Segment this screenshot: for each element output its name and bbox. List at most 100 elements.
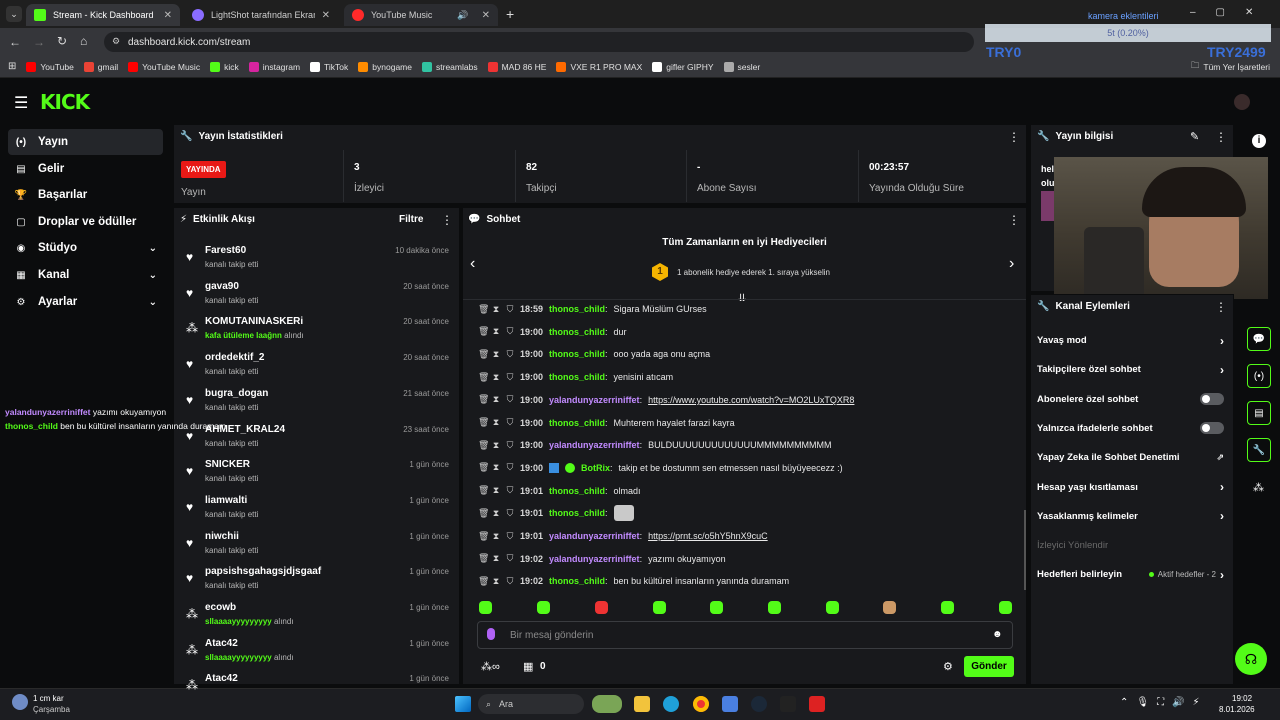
timeout-icon[interactable]: ⧗ bbox=[492, 485, 500, 496]
chat-message[interactable]: 🗑 ⧗ ⛉ 19:01 yalandunyazerriniffet: https://pr… bbox=[478, 527, 1023, 545]
ban-icon[interactable]: ⛉ bbox=[506, 576, 514, 587]
chat-message[interactable]: 🗑 ⧗ ⛉ 19:00 thonos_child: yenisini atıcam bbox=[478, 368, 1023, 386]
microphone-icon[interactable] bbox=[487, 628, 495, 640]
start-button[interactable] bbox=[455, 696, 471, 712]
activity-item[interactable]: ♥ bugra_dogan kanalı takip etti 21 saat önc… bbox=[180, 385, 455, 421]
user-avatar[interactable] bbox=[1234, 94, 1250, 110]
bookmark-item[interactable]: gifler GIPHY bbox=[652, 61, 714, 72]
chat-message[interactable]: 🗑 ⧗ ⛉ 19:00 thonos_child: Muhterem hayalet fa… bbox=[478, 414, 1023, 432]
delete-message-icon[interactable]: 🗑 bbox=[478, 531, 489, 542]
bookmark-item[interactable]: YouTube Music bbox=[128, 61, 200, 72]
taskbar-weather-widget[interactable] bbox=[592, 695, 622, 713]
delete-message-icon[interactable]: 🗑 bbox=[478, 508, 489, 519]
timeout-icon[interactable]: ⧗ bbox=[492, 349, 500, 360]
timeout-icon[interactable]: ⧗ bbox=[492, 372, 500, 383]
activity-item[interactable]: ⁂ ecowb sllaaaayyyyyyyyy alındı 1 gün önce bbox=[180, 599, 455, 635]
kick-logo[interactable]: KICK bbox=[40, 90, 90, 114]
channel-action-item[interactable]: Abonelere özel sohbet bbox=[1031, 385, 1230, 414]
timeout-icon[interactable]: ⧗ bbox=[492, 462, 500, 473]
timeout-icon[interactable]: ⧗ bbox=[492, 304, 500, 315]
ban-icon[interactable]: ⛉ bbox=[506, 417, 514, 428]
timeout-icon[interactable]: ⧗ bbox=[492, 576, 500, 587]
bookmark-item[interactable]: gmail bbox=[83, 61, 118, 72]
reload-icon[interactable]: ↻ bbox=[57, 34, 67, 48]
timeout-icon[interactable]: ⧗ bbox=[492, 417, 500, 428]
rail-layout-button[interactable]: ▤ bbox=[1247, 401, 1271, 425]
delete-message-icon[interactable]: 🗑 bbox=[478, 304, 489, 315]
gifters-next-icon[interactable]: › bbox=[1009, 255, 1014, 273]
bookmark-item[interactable]: MAD 86 HE bbox=[487, 61, 546, 72]
ban-icon[interactable]: ⛉ bbox=[506, 304, 514, 315]
audio-playing-icon[interactable]: 🔊 bbox=[457, 10, 468, 21]
message-username[interactable]: yalandunyazerriniffet bbox=[549, 395, 640, 405]
delete-message-icon[interactable]: 🗑 bbox=[478, 372, 489, 383]
file-explorer-icon[interactable] bbox=[634, 696, 650, 712]
taskbar-search[interactable]: ⌕ Ara bbox=[478, 694, 584, 714]
sidebar-item-1[interactable]: ▤ Gelir bbox=[8, 156, 163, 182]
activity-item[interactable]: ♥ ordedektif_2 kanalı takip etti 20 saat ön… bbox=[180, 349, 455, 385]
store-icon[interactable]: ▦ bbox=[523, 660, 533, 673]
close-tab-icon[interactable]: ✕ bbox=[322, 10, 330, 21]
channel-action-item[interactable]: Yalnızca ifadelerle sohbet bbox=[1031, 414, 1230, 443]
ban-icon[interactable]: ⛉ bbox=[506, 553, 514, 564]
ban-icon[interactable]: ⛉ bbox=[506, 485, 514, 496]
tab-youtube-music[interactable]: YouTube Music 🔊 ✕ bbox=[344, 4, 498, 26]
epic-games-icon[interactable] bbox=[780, 696, 796, 712]
emote-icon[interactable] bbox=[999, 601, 1012, 614]
chat-settings-icon[interactable]: ⚙ bbox=[943, 660, 953, 673]
message-username[interactable]: thonos_child bbox=[549, 304, 605, 314]
emote-icon[interactable] bbox=[595, 601, 608, 614]
timeout-icon[interactable]: ⧗ bbox=[492, 394, 500, 405]
activity-item[interactable]: ♥ SNICKER kanalı takip etti 1 gün önce bbox=[180, 456, 455, 492]
bookmark-item[interactable]: streamlabs bbox=[422, 61, 478, 72]
chat-scrollbar[interactable] bbox=[1024, 510, 1026, 590]
activity-item[interactable]: ♥ liamwalti kanalı takip etti 1 gün önce bbox=[180, 492, 455, 528]
edit-pencil-icon[interactable]: ✎ bbox=[1190, 130, 1199, 143]
bookmark-item[interactable]: sesler bbox=[723, 61, 760, 72]
activity-item[interactable]: ♥ papsishsgahagsjdjsgaaf kanalı takip etti… bbox=[180, 563, 455, 599]
filter-button[interactable]: Filtre bbox=[399, 214, 423, 225]
activity-item[interactable]: ⁂ KOMUTANINASKERi kafa ütüleme laağnn alın… bbox=[180, 313, 455, 349]
delete-message-icon[interactable]: 🗑 bbox=[478, 417, 489, 428]
emote-icon[interactable] bbox=[883, 601, 896, 614]
bookmark-item[interactable]: bynogame bbox=[358, 61, 412, 72]
camera-app-icon[interactable] bbox=[809, 696, 825, 712]
chat-message[interactable]: 🗑 ⧗ ⛉ 19:01 thonos_child: olmadı bbox=[478, 482, 1023, 500]
bookmark-item[interactable]: kick bbox=[210, 61, 239, 72]
chat-message[interactable]: 🗑 ⧗ ⛉ 18:59 thonos_child: Sigara Müslüm GUrse… bbox=[478, 300, 1023, 318]
stream-info-menu-icon[interactable]: ⋮ bbox=[1215, 130, 1227, 144]
gifters-prev-icon[interactable]: ‹ bbox=[470, 255, 475, 273]
send-button[interactable]: Gönder bbox=[964, 656, 1014, 677]
chat-message[interactable]: 🗑 ⧗ ⛉ 19:00 BotRix: takip et be dostumm sen e… bbox=[478, 459, 1023, 477]
store-app-icon[interactable] bbox=[722, 696, 738, 712]
delete-message-icon[interactable]: 🗑 bbox=[478, 326, 489, 337]
sidebar-item-5[interactable]: ▦ Kanal ⌄ bbox=[8, 262, 163, 288]
delete-message-icon[interactable]: 🗑 bbox=[478, 440, 489, 451]
timeout-icon[interactable]: ⧗ bbox=[492, 531, 500, 542]
emote-icon[interactable] bbox=[768, 601, 781, 614]
message-username[interactable]: thonos_child bbox=[549, 418, 605, 428]
toggle-switch[interactable] bbox=[1200, 422, 1224, 435]
message-username[interactable]: thonos_child bbox=[549, 349, 605, 359]
stats-menu-icon[interactable]: ⋮ bbox=[1008, 130, 1020, 144]
channel-action-item[interactable]: Yavaş mod › bbox=[1031, 326, 1230, 355]
emote-icon[interactable] bbox=[653, 601, 666, 614]
channel-points-icon[interactable]: ⁂∞ bbox=[481, 660, 500, 673]
sidebar-item-0[interactable]: (•) Yayın bbox=[8, 129, 163, 155]
emote-icon[interactable] bbox=[479, 601, 492, 614]
rail-broadcast-button[interactable]: (•) bbox=[1247, 364, 1271, 388]
message-username[interactable]: thonos_child bbox=[549, 508, 605, 518]
bookmark-item[interactable]: instagram bbox=[248, 61, 300, 72]
sidebar-item-6[interactable]: ⚙ Ayarlar ⌄ bbox=[8, 289, 163, 315]
message-username[interactable]: thonos_child bbox=[549, 576, 605, 586]
message-username[interactable]: yalandunyazerriniffet bbox=[549, 554, 640, 564]
message-link[interactable]: https://prnt.sc/o5hY5hnX9cuC bbox=[648, 531, 768, 541]
window-controls[interactable]: –▢✕ bbox=[1190, 7, 1273, 18]
timeout-icon[interactable]: ⧗ bbox=[492, 326, 500, 337]
ban-icon[interactable]: ⛉ bbox=[506, 462, 514, 473]
apps-icon[interactable]: ⊞ bbox=[8, 61, 16, 72]
channel-action-item[interactable]: Yapay Zeka ile Sohbet Denetimi ⇗ bbox=[1031, 443, 1230, 472]
delete-message-icon[interactable]: 🗑 bbox=[478, 553, 489, 564]
ban-icon[interactable]: ⛉ bbox=[506, 326, 514, 337]
ban-icon[interactable]: ⛉ bbox=[506, 508, 514, 519]
